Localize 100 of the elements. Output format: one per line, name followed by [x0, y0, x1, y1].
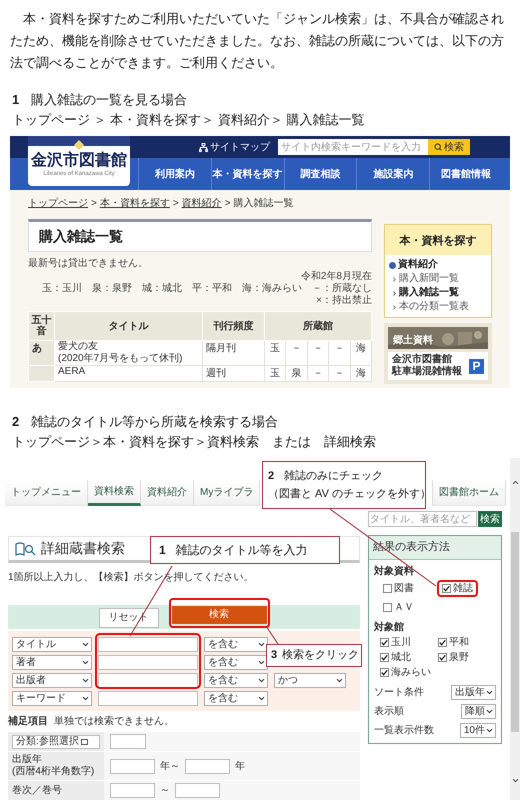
search-button[interactable]: 検索 [428, 139, 470, 155]
search-icon [434, 143, 442, 151]
search-button[interactable]: 検索 [172, 606, 266, 624]
nav-link[interactable]: 図書館情報 [429, 158, 502, 190]
breadcrumb-link[interactable]: 資料紹介 [182, 196, 222, 211]
unit-label: 年 [235, 760, 245, 774]
nav-tab[interactable]: Myライブラ [194, 480, 260, 506]
scroll-up-icon [510, 478, 520, 487]
dropdown[interactable]: を含む [204, 636, 268, 652]
table-cell: － [328, 366, 350, 382]
dropdown[interactable]: を含む [204, 690, 268, 706]
breadcrumb-separator: > [172, 197, 179, 211]
dropdown[interactable]: 10件 [460, 722, 496, 738]
navigation-path: トップページ ＞ 本・資料を探す＞ 資料紹介＞ 購入雑誌一覧 [12, 111, 366, 129]
nav-tab[interactable]: 図書館ホーム [432, 480, 506, 506]
leader-line [130, 566, 172, 636]
input-field[interactable] [110, 758, 155, 774]
sidebar-heading: 本・資料を探す [400, 235, 476, 247]
sidebar-link[interactable]: 購入新聞一覧 [389, 272, 487, 286]
navigation-path: トップページ＞本・資料を探す＞資料検索 または 詳細検索 [12, 433, 377, 451]
dropdown[interactable]: 出版者 [12, 672, 92, 688]
sidebar-link[interactable]: 本の分類一覧表 [389, 300, 487, 314]
checkbox-label: 城北 [391, 650, 411, 664]
checkbox-label: 雑誌 [453, 582, 473, 594]
field-label: 出版年 [12, 754, 43, 766]
dropdown[interactable]: 降順 [461, 704, 496, 718]
title-note: (2020年7月号をもって休刊) [58, 353, 184, 365]
supplement-note: 単独では検索できません。 [54, 714, 174, 729]
parking-text: 駐車場混雑情報 [392, 366, 462, 378]
sitemap-icon [199, 142, 208, 152]
dropdown[interactable]: を含む [204, 672, 268, 688]
quick-search-button[interactable]: 検索 [478, 511, 502, 527]
table-cell: 海 [350, 366, 372, 382]
parking-icon: P [469, 358, 484, 374]
parking-banner[interactable]: 金沢市図書館 駐車場混雑情報 P [388, 352, 488, 380]
checkbox-label: 図書 [394, 582, 414, 594]
sidebar-link[interactable]: 購入雑誌一覧 [389, 286, 487, 300]
parking-text: 金沢市図書館 [392, 354, 453, 366]
checkbox[interactable] [383, 602, 392, 612]
nav-link[interactable]: 施設案内 [356, 158, 430, 190]
scrollbar[interactable] [510, 458, 520, 800]
nav-tab[interactable]: トップメニュー [5, 480, 88, 506]
breadcrumb-current: 購入雑誌一覧 [234, 196, 294, 211]
site-search-field[interactable]: サイト内検索キーワードを入力 [278, 139, 428, 155]
quick-search-field[interactable]: タイトル、著者名など [368, 511, 477, 527]
callout-number: 1 [159, 542, 166, 559]
checkbox[interactable] [438, 652, 447, 662]
group-label: 対象館 [374, 620, 405, 634]
option-label: ソート条件 [374, 686, 424, 698]
checkbox[interactable] [380, 652, 389, 662]
nav-link[interactable]: 利用案内 [138, 158, 211, 190]
logo-title: 金沢市図書館 [31, 152, 127, 170]
nav-link[interactable]: 調査相談 [284, 158, 356, 190]
dropdown[interactable]: を含む [204, 654, 268, 670]
supplement-label: 補足項目 [8, 714, 48, 729]
nav-link[interactable]: 本・資料を探す [210, 158, 284, 190]
input-field[interactable] [98, 690, 198, 706]
dropdown[interactable]: 出版年 [451, 684, 496, 700]
input-field[interactable] [110, 734, 146, 749]
breadcrumb-link[interactable]: 本・資料を探す [100, 196, 170, 211]
callout-number: 2 [268, 469, 274, 484]
book-search-icon [15, 540, 37, 556]
nav-tab[interactable]: 資料検索 [88, 480, 141, 506]
options-title: 結果の表示方法 [373, 541, 450, 553]
callout-text: 雑誌のタイトル等を入力 [176, 542, 308, 559]
checkbox[interactable] [438, 638, 447, 646]
section-number: 1 [12, 91, 20, 109]
dropdown[interactable]: かつ [274, 672, 346, 688]
note-text: 最新号は貸出できません。 [28, 256, 149, 271]
table-cell: 玉 [264, 366, 286, 382]
window-icon [80, 738, 88, 744]
checkbox[interactable] [442, 584, 451, 592]
checkbox-label: 泉野 [449, 650, 469, 664]
checkbox-label: ＡＶ [394, 600, 414, 614]
group-label: 対象資料 [374, 564, 415, 578]
input-field[interactable] [98, 654, 198, 670]
search-page-title: 詳細蔵書検索 [41, 539, 125, 558]
range-label: 年～ [160, 760, 180, 774]
checkbox[interactable] [380, 638, 389, 646]
field-label: 巻次／巻号 [12, 784, 63, 796]
legend-text: 玉：玉川 泉：泉野 城：城北 平：平和 海：海みらい －：所蔵なし ×：持出禁止 [41, 283, 372, 307]
nav-tab[interactable]: 資料紹介 [141, 480, 194, 506]
checkbox-label: 海みらい [391, 666, 431, 678]
callout-note: （図書と AV のチェックを外す） [268, 488, 431, 500]
classification-button[interactable]: 分類:参照選択 [12, 734, 100, 748]
dropdown[interactable]: 著者 [12, 654, 92, 670]
dropdown[interactable]: タイトル [12, 636, 92, 652]
table-cell: － [307, 366, 329, 382]
checkbox[interactable] [380, 668, 389, 676]
sitemap-link[interactable]: サイトマップ [199, 140, 270, 154]
section-title: 雑誌のタイトル等から所蔵を検索する場合 [31, 413, 278, 431]
input-field[interactable] [185, 758, 230, 774]
input-field[interactable] [175, 783, 220, 798]
input-field[interactable] [98, 636, 198, 652]
section-title: 購入雑誌の一覧を見る場合 [31, 91, 188, 109]
breadcrumb-link[interactable]: トップページ [28, 196, 88, 211]
dropdown[interactable]: キーワード [12, 690, 92, 706]
input-field[interactable] [110, 783, 155, 798]
input-field[interactable] [98, 672, 198, 688]
checkbox[interactable] [383, 584, 392, 592]
